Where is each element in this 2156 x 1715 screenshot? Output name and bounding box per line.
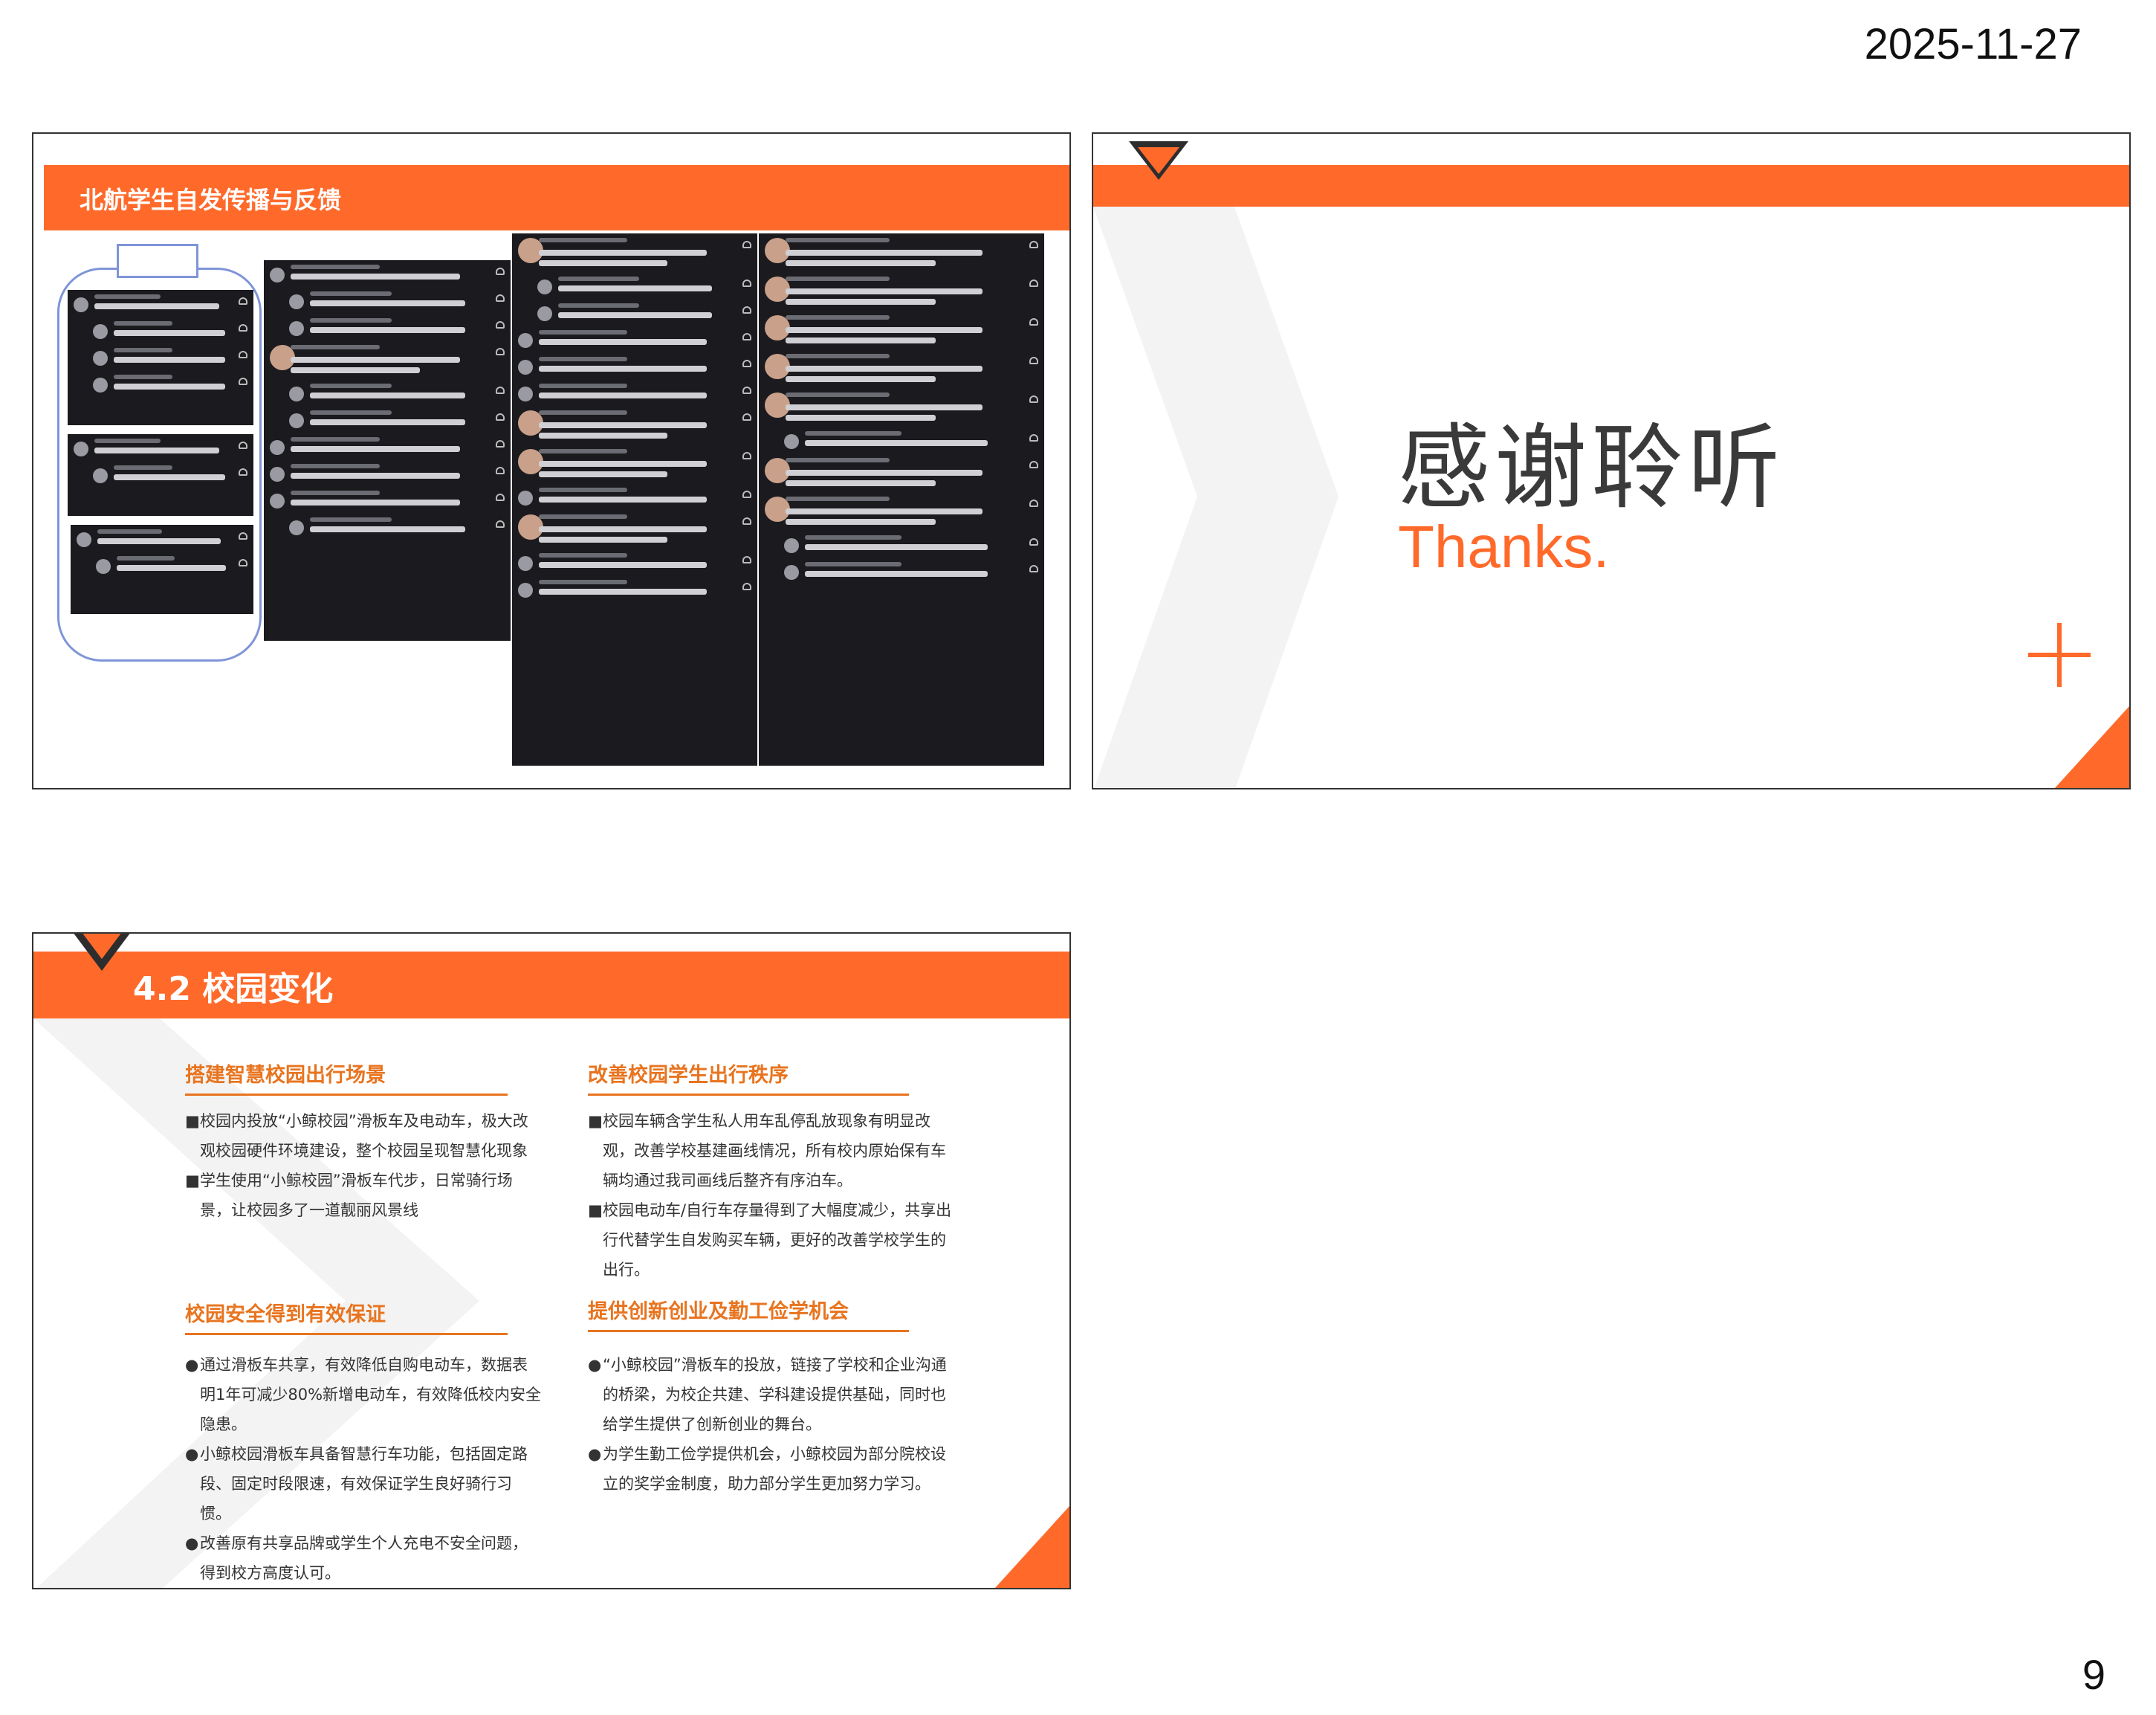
page-number: 9: [2082, 1651, 2105, 1698]
header-accent-bar: [1093, 165, 2129, 207]
bullet-item: ■ 校园电动车/自行车存量得到了大幅度减少，共享出行代替学生自发购买车辆，更好的改…: [588, 1201, 952, 1279]
bullet-item: ● 小鲸校园滑板车具备智慧行车功能，包括固定路段、固定时段限速，有效保证学生良好骑…: [185, 1445, 528, 1522]
section-heading: 改善校园学生出行秩序: [588, 1059, 909, 1096]
bullet-list: ■ 校园内投放“小鲸校园”滑板车及电动车，极大改观校园硬件环境建设，整个校园呈现智…: [185, 1106, 542, 1225]
comment-screenshot: [71, 525, 253, 614]
bullet-list: ● 通过滑板车共享，有效降低自购电动车，数据表明1年可减少80%新增电动车，有效降…: [185, 1350, 542, 1588]
bullet-item: ● “小鲸校园”滑板车的投放，链接了学校和企业沟通的桥梁，为校企共建、学科建设提供…: [588, 1356, 947, 1433]
comment-screenshot: [759, 233, 1044, 766]
thanks-title-en: Thanks.: [1398, 514, 1610, 580]
bullet-list: ● “小鲸校园”滑板车的投放，链接了学校和企业沟通的桥梁，为校企共建、学科建设提供…: [588, 1350, 959, 1499]
thanks-title-cn: 感谢聆听: [1398, 415, 1785, 522]
bullet-list: ■ 校园车辆含学生私人用车乱停乱放现象有明显改观，改善学校基建画线情况，所有校内原…: [588, 1106, 959, 1285]
comment-screenshot: [68, 434, 253, 516]
comment-screenshot: [264, 260, 511, 641]
comment-screenshot: [68, 290, 253, 425]
bullet-item: ● 为学生勤工俭学提供机会，小鲸校园为部分院校设立的奖学金制度，助力部分学生更加努…: [588, 1445, 946, 1493]
bullet-item: ■ 校园车辆含学生私人用车乱停乱放现象有明显改观，改善学校基建画线情况，所有校内原…: [588, 1112, 946, 1189]
comment-screenshot: [512, 233, 757, 766]
phone-notch: [117, 244, 198, 278]
triangle-marker-inner: [80, 934, 124, 959]
corner-accent-triangle: [995, 1506, 1069, 1588]
section-heading: 提供创新创业及勤工俭学机会: [588, 1295, 909, 1332]
slide-thanks[interactable]: 感谢聆听 Thanks.: [1092, 132, 2131, 789]
slide-campus-changes[interactable]: 4.2 校园变化 搭建智慧校园出行场景 ■ 校园内投放“小鲸校园”滑板车及电动车，…: [32, 932, 1071, 1589]
slide-title: 4.2 校园变化: [133, 970, 334, 1008]
slide-header-bar: 北航学生自发传播与反馈: [44, 165, 1069, 230]
section-heading: 校园安全得到有效保证: [185, 1298, 508, 1335]
slide-title: 北航学生自发传播与反馈: [80, 186, 342, 214]
bullet-item: ● 改善原有共享品牌或学生个人充电不安全问题，得到校方高度认可。: [185, 1534, 528, 1582]
triangle-marker-inner: [1138, 147, 1179, 174]
bullet-item: ■ 学生使用“小鲸校园”滑板车代步，日常骑行场景，让校园多了一道靓丽风景线: [185, 1172, 513, 1219]
plus-icon-vertical: [2057, 623, 2062, 687]
section-heading: 搭建智慧校园出行场景: [185, 1059, 508, 1096]
corner-accent-triangle: [2055, 706, 2129, 788]
bullet-item: ■ 校园内投放“小鲸校园”滑板车及电动车，极大改观校园硬件环境建设，整个校园呈现智…: [185, 1112, 528, 1160]
slide-student-feedback[interactable]: 北航学生自发传播与反馈: [32, 132, 1071, 789]
page-date: 2025-11-27: [1864, 20, 2082, 68]
bullet-item: ● 通过滑板车共享，有效降低自购电动车，数据表明1年可减少80%新增电动车，有效降…: [185, 1356, 542, 1433]
